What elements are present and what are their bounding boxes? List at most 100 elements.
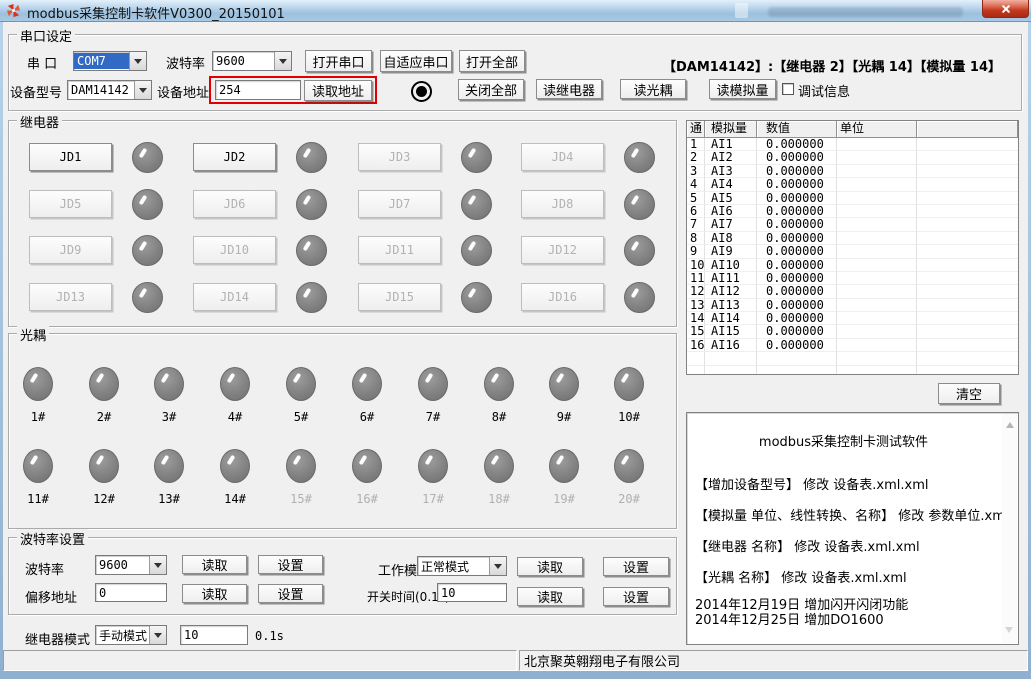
info-panel[interactable]: modbus采集控制卡测试软件 【增加设备型号】 修改 设备表.xml.xml【… xyxy=(686,412,1019,645)
read-addr-button[interactable]: 读取地址 xyxy=(304,80,372,101)
relay-mode-time-input[interactable] xyxy=(180,625,248,645)
glass-reflection xyxy=(735,3,748,18)
cell-channel: 7 xyxy=(687,218,705,231)
cell-unit xyxy=(837,138,917,151)
relay-button-jd6: JD6 xyxy=(193,190,276,218)
cell-unit xyxy=(837,178,917,191)
analog-table[interactable]: 通模拟量数值单位1AI10.0000002AI20.0000003AI30.00… xyxy=(686,120,1019,375)
table-row: 13AI130.000000 xyxy=(687,299,1018,312)
opto-led-icon-17 xyxy=(418,449,448,483)
device-model-value: DAM14142 xyxy=(68,82,134,98)
cell-unit xyxy=(837,232,917,245)
relay-button-jd1[interactable]: JD1 xyxy=(29,143,112,171)
info-line-3: 【继电器 名称】 修改 设备表.xml.xml xyxy=(695,536,992,555)
cell-unit xyxy=(837,205,917,218)
cell-channel: 10 xyxy=(687,259,705,272)
open-serial-button[interactable]: 打开串口 xyxy=(305,50,372,72)
read-opto-button[interactable]: 读光耦 xyxy=(620,79,686,99)
scroll-up-icon[interactable] xyxy=(1006,418,1014,428)
cell-channel: 16 xyxy=(687,339,705,352)
relay-led-icon-jd8 xyxy=(624,189,655,220)
cell-analog-name: AI5 xyxy=(705,192,757,205)
switch-time-input[interactable] xyxy=(437,583,507,602)
baud-group-title: 波特率设置 xyxy=(17,529,88,548)
relay-button-jd15: JD15 xyxy=(358,283,441,311)
opto-label-11: 11# xyxy=(18,492,58,506)
relay-led-icon-jd2 xyxy=(296,142,327,173)
chevron-down-icon[interactable] xyxy=(149,556,166,574)
baud-combo[interactable]: 9600 xyxy=(212,51,292,71)
cell-unit xyxy=(837,192,917,205)
debug-checkbox[interactable] xyxy=(782,83,794,95)
opto-led-icon-6 xyxy=(352,367,382,401)
read-analog-button[interactable]: 读模拟量 xyxy=(709,79,776,99)
work-mode-set-button[interactable]: 设置 xyxy=(603,557,669,576)
info-line-2: 【模拟量 单位、线性转换、名称】 修改 参数单位.xml xyxy=(695,505,992,524)
info-line-4: 【光耦 名称】 修改 设备表.xml.xml xyxy=(695,567,992,586)
switch-time-read-button[interactable]: 读取 xyxy=(517,587,583,606)
read-relay-button[interactable]: 读继电器 xyxy=(536,79,602,99)
close-button[interactable] xyxy=(982,0,1029,18)
opto-led-icon-19 xyxy=(549,449,579,483)
relay-mode-combo[interactable]: 手动模式 xyxy=(95,625,167,645)
port-combo-value: COM7 xyxy=(74,53,129,69)
baud2-combo[interactable]: 9600 xyxy=(95,555,167,575)
clear-button[interactable]: 清空 xyxy=(938,383,1000,404)
relay-led-icon-jd11 xyxy=(461,235,492,266)
title-bar[interactable]: modbus采集控制卡软件V0300_20150101 xyxy=(0,0,1031,22)
chevron-down-icon[interactable] xyxy=(129,52,146,70)
device-addr-input[interactable] xyxy=(215,80,301,100)
offset-read-button[interactable]: 读取 xyxy=(182,584,247,603)
work-mode-combo[interactable]: 正常模式 xyxy=(417,556,507,576)
cell-analog-name: AI16 xyxy=(705,339,757,352)
offset-input[interactable] xyxy=(95,583,167,602)
status-bar-company: 北京聚英翱翔电子有限公司 xyxy=(519,650,1028,671)
opto-led-icon-15 xyxy=(286,449,316,483)
relay-button-jd2[interactable]: JD2 xyxy=(193,143,276,171)
baud2-combo-value: 9600 xyxy=(96,557,149,573)
cell-unit xyxy=(837,285,917,298)
cell-empty xyxy=(917,366,1018,375)
cell-channel: 3 xyxy=(687,165,705,178)
info-title: modbus采集控制卡测试软件 xyxy=(695,431,992,450)
offset-set-button[interactable]: 设置 xyxy=(258,584,323,603)
cell-extra xyxy=(917,245,1018,258)
relay-button-jd12: JD12 xyxy=(521,236,604,264)
cell-empty xyxy=(687,366,705,375)
switch-time-set-button[interactable]: 设置 xyxy=(603,587,669,606)
cell-analog-name: AI6 xyxy=(705,205,757,218)
relay-led-icon-jd6 xyxy=(296,189,327,220)
cell-analog-name: AI13 xyxy=(705,299,757,312)
cell-unit xyxy=(837,245,917,258)
chevron-down-icon[interactable] xyxy=(274,52,291,70)
chevron-down-icon[interactable] xyxy=(149,626,166,644)
col-channel: 通 xyxy=(687,121,705,138)
opto-label-10: 10# xyxy=(609,410,649,424)
info-scrollbar[interactable] xyxy=(1002,414,1017,643)
cell-channel: 5 xyxy=(687,192,705,205)
work-mode-read-button[interactable]: 读取 xyxy=(517,557,583,576)
device-info-text: 【DAM14142】:【继电器 2】【光耦 14】【模拟量 14】 xyxy=(663,56,1001,75)
scroll-down-icon[interactable] xyxy=(1005,627,1013,637)
baud-set-button[interactable]: 设置 xyxy=(258,555,323,574)
cell-extra xyxy=(917,138,1018,151)
cell-extra xyxy=(917,232,1018,245)
cell-channel: 9 xyxy=(687,245,705,258)
cell-value: 0.000000 xyxy=(757,245,837,258)
relay-led-icon-jd9 xyxy=(132,235,163,266)
baud-read-button[interactable]: 读取 xyxy=(182,555,247,574)
chevron-down-icon[interactable] xyxy=(489,557,506,575)
relay-mode-label: 继电器模式 xyxy=(25,629,90,648)
device-model-combo[interactable]: DAM14142 xyxy=(67,80,152,100)
close-all-button[interactable]: 关闭全部 xyxy=(458,79,524,100)
cell-value: 0.000000 xyxy=(757,312,837,325)
cell-extra xyxy=(917,178,1018,191)
auto-serial-button[interactable]: 自适应串口 xyxy=(380,50,452,72)
table-row: 12AI120.000000 xyxy=(687,285,1018,298)
cell-value: 0.000000 xyxy=(757,178,837,191)
port-combo[interactable]: COM7 xyxy=(73,51,147,71)
baud-combo-value: 9600 xyxy=(213,53,274,69)
chevron-down-icon[interactable] xyxy=(134,81,151,99)
cell-extra xyxy=(917,192,1018,205)
open-all-button[interactable]: 打开全部 xyxy=(459,50,525,72)
